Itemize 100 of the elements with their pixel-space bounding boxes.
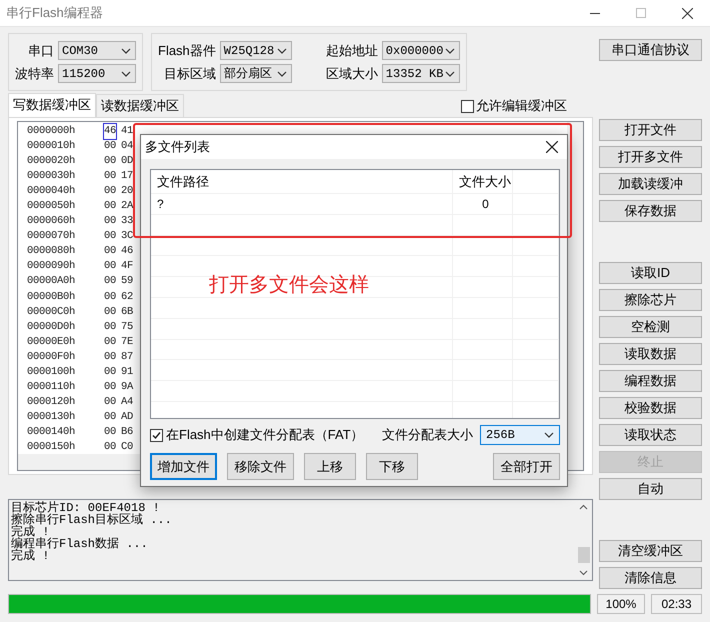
hex-byte: 46 — [104, 124, 116, 140]
dialog-title: 多文件列表 — [145, 138, 210, 156]
vertical-scrollbar[interactable] — [567, 122, 583, 454]
action-button[interactable]: 自动 — [599, 478, 702, 500]
hex-byte: 00 — [104, 169, 116, 184]
field-label: 串口 — [27, 42, 54, 60]
dropdown[interactable]: 13352 KB — [382, 64, 460, 83]
hex-byte: 00 — [104, 424, 116, 440]
dialog-button[interactable]: 增加文件 — [150, 453, 217, 480]
dropdown[interactable]: W25Q128 — [220, 41, 292, 60]
hex-byte: 00 — [104, 320, 116, 335]
action-button[interactable]: 打开文件 — [599, 119, 702, 141]
dialog-button[interactable]: 全部打开 — [493, 453, 560, 480]
action-button[interactable]: 清除信息 — [599, 567, 702, 589]
action-button[interactable]: 读取数据 — [599, 343, 702, 365]
address-text: 0000120h — [27, 394, 76, 410]
dropdown[interactable]: 部分扇区 — [220, 64, 292, 83]
hex-byte: 00 — [104, 380, 116, 395]
address-text: 0000140h — [27, 424, 76, 440]
hex-byte: 00 — [104, 139, 116, 154]
hex-byte: 0D — [121, 154, 134, 170]
address-text: 0000010h — [27, 139, 76, 154]
column-header[interactable]: 文件路径 — [151, 170, 453, 193]
hex-byte: 2A — [121, 199, 134, 214]
checkbox[interactable] — [150, 428, 163, 442]
address-text: 0000050h — [27, 199, 76, 214]
hex-byte: 6B — [121, 304, 134, 320]
action-button[interactable]: 校验数据 — [599, 397, 702, 419]
hex-byte: 00 — [104, 440, 116, 455]
dropdown-caret-icon — [276, 70, 287, 76]
log-line: 目标芯片ID: 00EF4018 ! — [11, 502, 160, 514]
address-text: 0000100h — [27, 364, 76, 380]
hex-byte: 00 — [104, 229, 116, 244]
hex-byte: 00 — [104, 304, 116, 320]
address-text: 0000040h — [27, 184, 76, 200]
hex-byte: 00 — [104, 364, 116, 380]
protocol-button[interactable]: 串口通信协议 — [599, 39, 702, 61]
hex-byte: 62 — [121, 290, 134, 305]
dialog-button[interactable]: 下移 — [366, 453, 418, 480]
action-button[interactable]: 擦除芯片 — [599, 289, 702, 311]
address-text: 00000D0h — [27, 320, 76, 335]
hex-byte: 41 — [121, 124, 134, 139]
field-label: 目标区域 — [162, 64, 216, 82]
hex-byte: 00 — [104, 154, 116, 170]
action-button[interactable]: 编程数据 — [599, 370, 702, 392]
percent-text: 100% — [597, 594, 645, 614]
scroll-up-icon[interactable] — [579, 504, 588, 510]
action-button[interactable]: 打开多文件 — [599, 146, 702, 168]
table-cell: ? — [151, 194, 453, 214]
scroll-thumb[interactable] — [578, 547, 590, 563]
log-line: 编程串行Flash数据 ... — [11, 538, 148, 550]
address-text: 0000030h — [27, 169, 76, 184]
action-button[interactable]: 保存数据 — [599, 200, 702, 222]
dropdown[interactable]: 0x000000 — [382, 41, 460, 60]
address-text: 0000070h — [27, 229, 76, 244]
hex-byte: 00 — [104, 334, 116, 350]
hex-byte: 4F — [121, 259, 134, 274]
dropdown[interactable]: 256B — [480, 425, 560, 445]
action-button[interactable]: 清空缓冲区 — [599, 540, 702, 562]
dropdown-caret-icon — [121, 70, 131, 76]
field-label: 区域大小 — [326, 64, 378, 82]
dialog-button[interactable]: 上移 — [304, 453, 356, 480]
action-button[interactable]: 读取ID — [599, 262, 702, 284]
hex-byte: 00 — [104, 214, 116, 230]
action-button[interactable]: 空检测 — [599, 316, 702, 338]
dropdown-caret-icon — [444, 48, 455, 54]
annotation-text: 打开多文件会这样 — [209, 273, 369, 298]
hex-byte: 00 — [104, 394, 116, 410]
checkbox[interactable] — [461, 100, 474, 112]
address-text: 00000C0h — [27, 304, 76, 320]
time-text: 02:33 — [651, 594, 702, 614]
action-button[interactable]: 加载读缓冲 — [599, 173, 702, 195]
dropdown-caret-icon — [121, 48, 131, 54]
action-button[interactable]: 读取状态 — [599, 424, 702, 446]
tab[interactable]: 读数据缓冲区 — [96, 94, 184, 117]
tab[interactable]: 写数据缓冲区 — [8, 93, 96, 117]
dropdown[interactable]: 115200 — [58, 64, 136, 83]
address-text: 0000080h — [27, 244, 76, 260]
hex-byte: 00 — [104, 410, 116, 425]
dropdown[interactable]: COM30 — [58, 41, 136, 60]
hex-byte: 59 — [121, 274, 134, 290]
address-text: 00000E0h — [27, 334, 76, 350]
address-text: 00000B0h — [27, 290, 76, 305]
scroll-down-icon[interactable] — [579, 570, 588, 576]
column-header[interactable]: 文件大小 — [453, 170, 513, 193]
hex-byte: 46 — [121, 244, 134, 260]
table-cell: 0 — [453, 194, 513, 214]
hex-byte: 00 — [104, 274, 116, 290]
field-label: 波特率 — [15, 64, 54, 82]
address-text: 0000060h — [27, 214, 76, 230]
log-line: 完成 ! — [11, 550, 50, 562]
dialog-button[interactable]: 移除文件 — [227, 453, 294, 480]
hex-byte: 9A — [121, 380, 134, 395]
dropdown-caret-icon — [276, 48, 287, 54]
hex-byte: C0 — [121, 440, 134, 455]
address-text: 0000020h — [27, 154, 76, 170]
window-title: 串行Flash编程器 — [6, 4, 104, 22]
address-text: 00000F0h — [27, 350, 76, 365]
hex-byte: 00 — [104, 350, 116, 365]
address-text: 0000150h — [27, 440, 76, 455]
